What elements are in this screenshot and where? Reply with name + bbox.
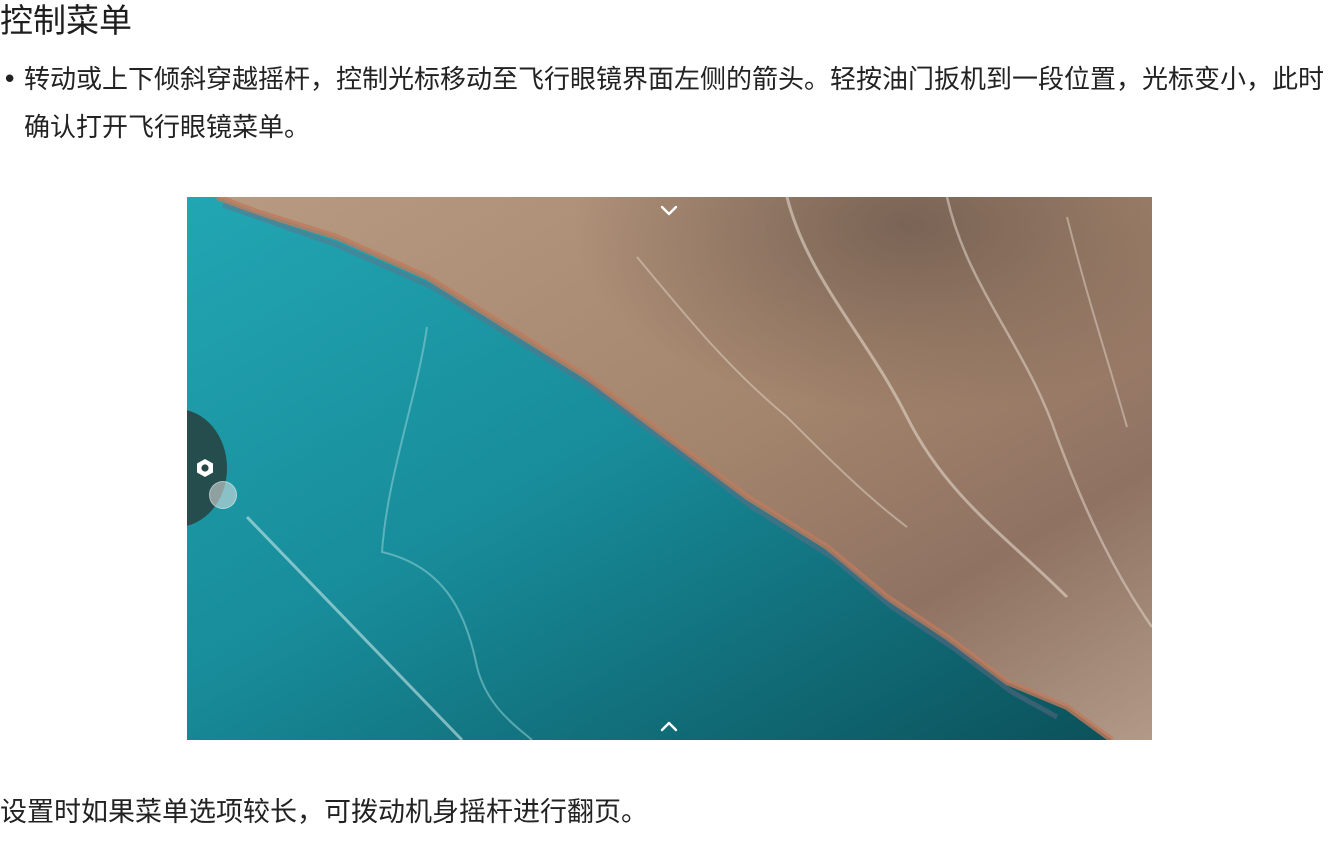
bullet-marker: • (2, 65, 18, 95)
instruction-item: • 转动或上下倾斜穿越摇杆，控制光标移动至飞行眼镜界面左侧的箭头。轻按油门扳机到… (0, 56, 1339, 152)
instruction-text: 转动或上下倾斜穿越摇杆，控制光标移动至飞行眼镜界面左侧的箭头。轻按油门扳机到一段… (24, 65, 1325, 143)
aerial-landscape-image (187, 197, 1152, 740)
gear-icon[interactable] (195, 458, 215, 478)
section-title: 控制菜单 (0, 1, 132, 40)
goggles-screen-figure (187, 197, 1152, 740)
page-note: 设置时如果菜单选项较长，可拨动机身摇杆进行翻页。 (0, 797, 648, 828)
chevron-down-icon[interactable] (659, 204, 679, 218)
instruction-list: • 转动或上下倾斜穿越摇杆，控制光标移动至飞行眼镜界面左侧的箭头。轻按油门扳机到… (0, 56, 1339, 152)
cursor (209, 481, 237, 509)
chevron-up-icon[interactable] (659, 719, 679, 733)
